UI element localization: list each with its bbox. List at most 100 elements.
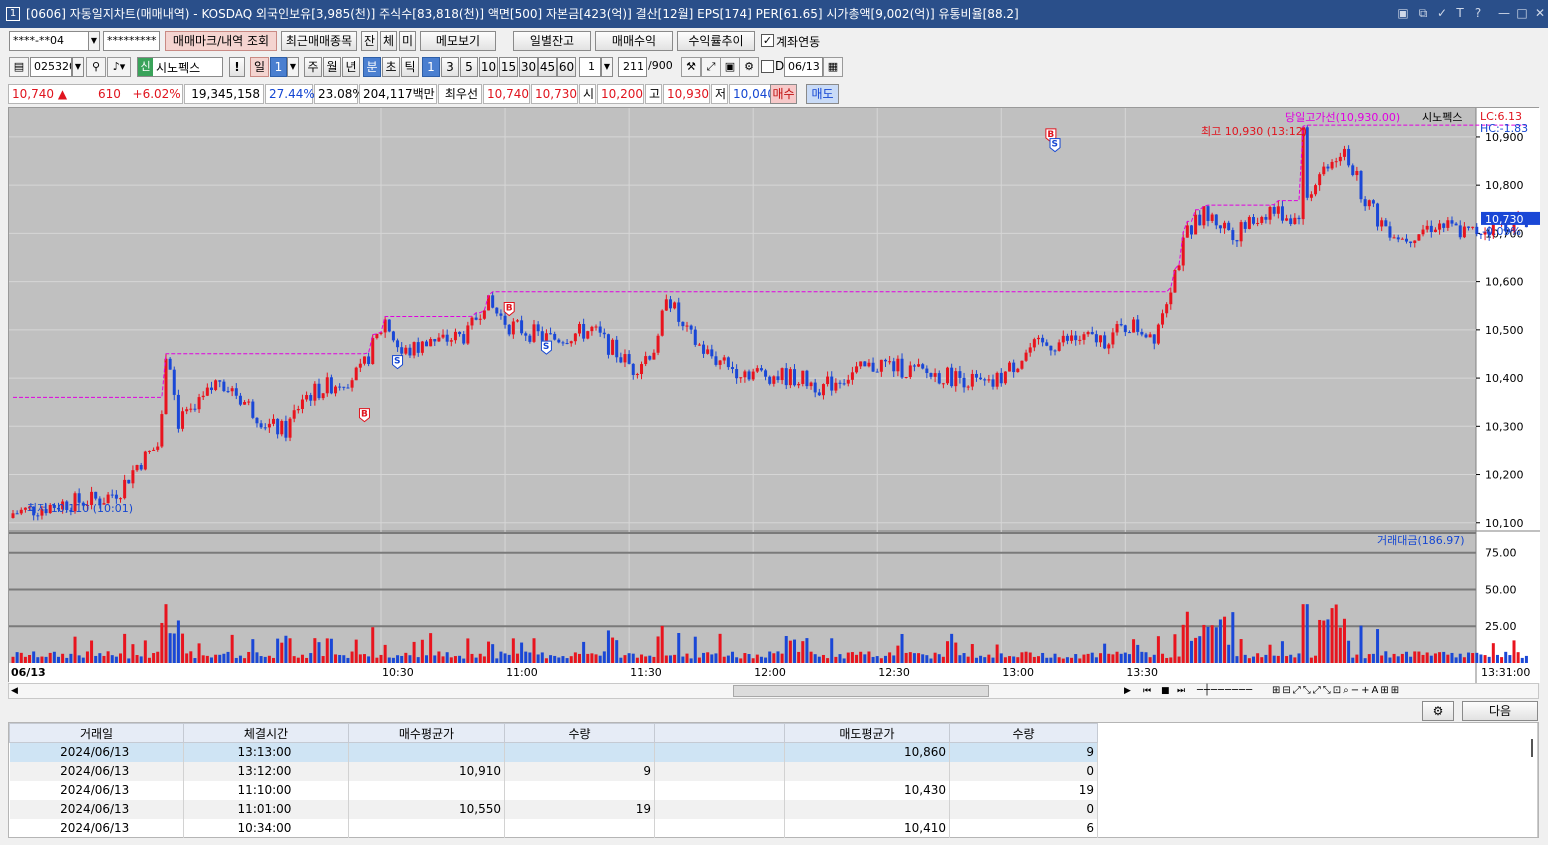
- period-tick-button[interactable]: 틱: [401, 57, 419, 77]
- date-checkbox[interactable]: [761, 60, 774, 73]
- volume-bar: [925, 655, 929, 663]
- minimize-icon[interactable]: —: [1496, 5, 1512, 21]
- calendar-icon[interactable]: ▦: [823, 57, 843, 77]
- candle-body: [1247, 217, 1251, 229]
- scroll-left-icon[interactable]: ◀: [11, 684, 18, 698]
- interval-count-field[interactable]: 1: [579, 57, 601, 77]
- interval-1-button[interactable]: 1: [422, 57, 440, 77]
- table-row[interactable]: 2024/06/13 11:01:00 10,550 19 0: [9, 799, 1098, 819]
- col-sell-avg: 매도평균가: [784, 723, 950, 743]
- candle-body: [660, 310, 664, 336]
- table-row[interactable]: 2024/06/13 10:34:00 10,410 6: [9, 818, 1098, 838]
- interval-count-dropdown-icon[interactable]: ▼: [601, 57, 613, 77]
- interval-15-button[interactable]: 15: [499, 57, 518, 77]
- layout-icon[interactable]: ▣: [1395, 5, 1411, 21]
- volume-bar: [1524, 655, 1528, 663]
- buy-button[interactable]: 매수: [770, 84, 797, 104]
- table-scroll-track[interactable]: [1537, 723, 1538, 837]
- search-icon[interactable]: ⚲: [86, 57, 106, 77]
- stock-code-field[interactable]: 025320: [30, 57, 72, 77]
- scroll-right-icon[interactable]: ▶: [1124, 684, 1131, 698]
- daily-balance-button[interactable]: 일별잔고: [513, 31, 591, 51]
- day-count-dropdown-icon[interactable]: ▼: [287, 57, 299, 77]
- volume-bar: [1322, 620, 1326, 663]
- volume-bar: [834, 656, 838, 663]
- mark-query-button[interactable]: 매매마크/내역 조회: [165, 31, 277, 51]
- pin-icon[interactable]: ✓: [1434, 5, 1450, 21]
- date-field[interactable]: 06/13: [784, 57, 823, 77]
- period-second-button[interactable]: 초: [382, 57, 400, 77]
- stop-icon[interactable]: ■: [1161, 684, 1170, 698]
- code-dropdown-icon[interactable]: ▼: [72, 57, 84, 77]
- profit-trend-button[interactable]: 수익률추이: [677, 31, 755, 51]
- volume-bar: [979, 655, 983, 663]
- maximize-icon[interactable]: □: [1514, 5, 1530, 21]
- scroll-thumb[interactable]: [733, 685, 989, 697]
- bar-count-field[interactable]: 211: [618, 57, 647, 77]
- che-button[interactable]: 체: [380, 31, 397, 51]
- last-icon[interactable]: ⏭: [1177, 684, 1185, 698]
- close-icon[interactable]: ✕: [1532, 5, 1548, 21]
- period-month-button[interactable]: 월: [323, 57, 341, 77]
- candle-body: [371, 338, 375, 365]
- trade-profit-button[interactable]: 매매수익: [595, 31, 673, 51]
- link-icon[interactable]: ⧉: [1415, 5, 1431, 21]
- day-count-field[interactable]: 1: [270, 57, 287, 77]
- chart-tools-icon[interactable]: ⊞⊟⤢⤡⤢⤡⊡⌕−+A⊞⊞: [1272, 684, 1401, 698]
- volume-bar: [871, 656, 875, 663]
- gear-icon[interactable]: ⚙: [739, 57, 759, 77]
- candle-body: [1024, 352, 1028, 361]
- table-row[interactable]: 2024/06/13 11:10:00 10,430 19: [9, 780, 1098, 800]
- volume-bar: [482, 656, 486, 663]
- table-row[interactable]: 2024/06/13 13:13:00 10,860 9: [9, 742, 1098, 762]
- help-icon[interactable]: ?: [1470, 5, 1486, 21]
- volume-bar: [334, 654, 338, 663]
- password-field[interactable]: *********: [103, 31, 160, 51]
- table-scroll-indicator[interactable]: [1531, 739, 1533, 757]
- first-icon[interactable]: ⏮: [1143, 684, 1151, 698]
- period-day-button[interactable]: 일: [250, 57, 269, 77]
- interval-60-button[interactable]: 60: [557, 57, 576, 77]
- interval-5-button[interactable]: 5: [460, 57, 478, 77]
- trade-history-table[interactable]: 거래일 체결시간 매수평균가 수량 매도평균가 수량 2024/06/13 13:…: [8, 722, 1539, 838]
- font-icon[interactable]: T: [1452, 5, 1468, 21]
- candle-body: [933, 373, 937, 377]
- volume-bar: [1185, 611, 1189, 663]
- draw-tool-icon[interactable]: ⤢: [701, 57, 721, 77]
- save-icon[interactable]: ▣: [720, 57, 740, 77]
- stock-list-icon[interactable]: ▤: [9, 57, 29, 77]
- account-field[interactable]: ****-**04: [9, 31, 89, 51]
- price-tick-label: 10,200: [1485, 469, 1524, 482]
- interval-3-button[interactable]: 3: [441, 57, 459, 77]
- stock-name-box[interactable]: 신 시노펙스: [137, 57, 223, 77]
- zoom-slider-icon[interactable]: ─┼──────: [1197, 684, 1253, 698]
- volume-bar: [1049, 657, 1053, 663]
- sell-button[interactable]: 매도: [806, 84, 839, 104]
- volume-bar: [1347, 640, 1351, 663]
- candlestick-chart[interactable]: 10:30 11:00 11:30 12:00 12:30 13:00 13:30 06/13…: [9, 108, 1540, 683]
- volume-bar: [1094, 657, 1098, 663]
- chart-panel[interactable]: 10:30 11:00 11:30 12:00 12:30 13:00 13:30 06/13…: [8, 107, 1540, 683]
- period-year-button[interactable]: 년: [342, 57, 360, 77]
- next-button[interactable]: 다음: [1462, 701, 1538, 721]
- notice-button[interactable]: !: [229, 57, 245, 77]
- account-link-checkbox[interactable]: ✓: [761, 34, 774, 47]
- account-dropdown-icon[interactable]: ▼: [88, 31, 100, 51]
- chart-scroll-bar[interactable]: ◀ ▶ ⏮ ■ ⏭ ─┼────── ⊞⊟⤢⤡⤢⤡⊡⌕−+A⊞⊞: [8, 683, 1539, 699]
- volume-bar: [1429, 655, 1433, 663]
- sound-icon[interactable]: ♪▾: [107, 57, 131, 77]
- recent-stocks-button[interactable]: 최근매매종목: [281, 31, 357, 51]
- period-minute-button[interactable]: 분: [363, 57, 381, 77]
- candle-body: [863, 361, 867, 367]
- interval-45-button[interactable]: 45: [538, 57, 557, 77]
- indicator-icon[interactable]: ⚒: [681, 57, 701, 77]
- table-row[interactable]: 2024/06/13 13:12:00 10,910 9 0: [9, 761, 1098, 781]
- table-settings-icon[interactable]: ⚙: [1422, 701, 1454, 721]
- interval-30-button[interactable]: 30: [519, 57, 538, 77]
- table-cell: 10,910: [348, 761, 505, 781]
- memo-button[interactable]: 메모보기: [420, 31, 496, 51]
- period-week-button[interactable]: 주: [304, 57, 322, 77]
- interval-10-button[interactable]: 10: [479, 57, 498, 77]
- jan-button[interactable]: 잔: [361, 31, 378, 51]
- mi-button[interactable]: 미: [399, 31, 416, 51]
